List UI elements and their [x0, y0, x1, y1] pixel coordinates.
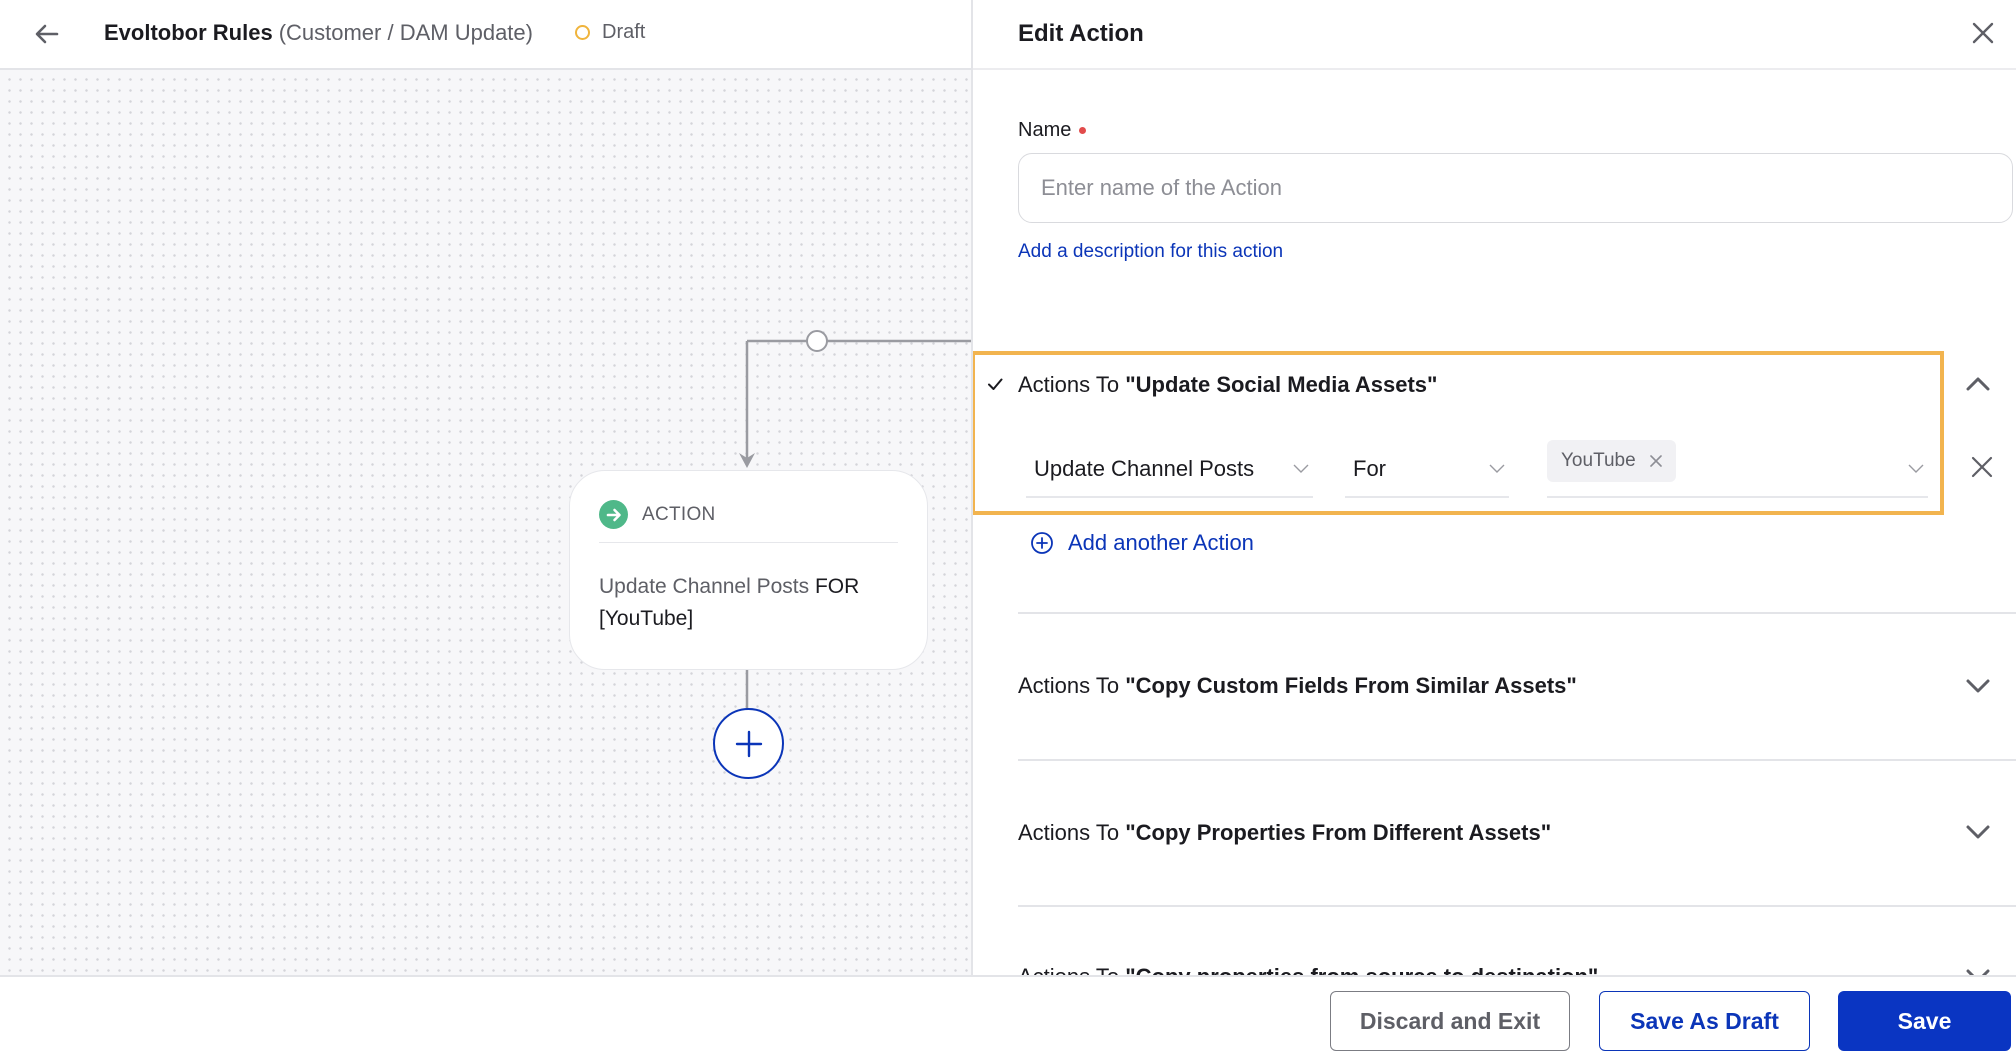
section-header-copy-properties[interactable]: Actions To "Copy Properties From Differe… — [1018, 820, 1551, 846]
section-name: "Copy Custom Fields From Similar Assets" — [1125, 673, 1577, 698]
section-prefix: Actions To — [1018, 673, 1126, 698]
section-header-update-social-media-assets[interactable]: Actions To "Update Social Media Assets" — [1018, 372, 1437, 398]
chevron-down-icon — [1908, 464, 1924, 473]
footer-bar: Discard and Exit Save As Draft Save — [0, 975, 2016, 1062]
chevron-down-icon[interactable] — [1964, 966, 1992, 975]
discard-and-exit-button[interactable]: Discard and Exit — [1330, 991, 1570, 1051]
panel-header: Edit Action — [973, 0, 2016, 70]
add-description-link[interactable]: Add a description for this action — [1018, 241, 1283, 263]
node-action-text: Update Channel Posts — [599, 575, 810, 598]
page-title: Evoltobor Rules (Customer / DAM Update) — [104, 20, 533, 46]
node-target: [YouTube] — [599, 607, 694, 630]
workflow-canvas[interactable]: ACTION Update Channel Posts FOR [YouTube… — [0, 70, 971, 975]
node-type-label: ACTION — [642, 504, 716, 525]
chevron-down-icon — [1489, 464, 1505, 473]
values-multiselect[interactable]: YouTube — [1547, 440, 1928, 498]
add-another-action-button[interactable]: Add another Action — [1030, 530, 1254, 556]
top-bar: Evoltobor Rules (Customer / DAM Update) D… — [0, 0, 971, 70]
arrow-left-icon — [35, 24, 59, 44]
section-name: "Copy properties from source to destinat… — [1125, 964, 1598, 975]
connector-junction — [806, 330, 828, 352]
remove-chip-icon[interactable] — [1649, 455, 1662, 467]
chevron-up-icon[interactable] — [1964, 374, 1992, 394]
action-node-header: ACTION — [599, 500, 898, 543]
section-prefix: Actions To — [1018, 372, 1126, 397]
chip-label: YouTube — [1561, 450, 1636, 471]
close-icon — [1972, 22, 1994, 44]
status-badge: Draft — [575, 21, 645, 44]
section-divider — [1018, 905, 2016, 907]
arrow-right-circle-icon — [599, 500, 628, 529]
chevron-down-icon — [1293, 464, 1309, 473]
edit-action-panel: Edit Action Name Add a description for t… — [971, 0, 2016, 975]
chevron-down-icon[interactable] — [1964, 822, 1992, 842]
node-keyword: FOR — [814, 575, 860, 598]
section-divider — [1018, 612, 2016, 614]
operator-value: For — [1353, 456, 1386, 481]
section-divider — [1018, 759, 2016, 761]
rule-name: Evoltobor Rules — [104, 20, 273, 45]
section-prefix: Actions To — [1018, 964, 1125, 975]
name-label-text: Name — [1018, 119, 1072, 141]
save-button[interactable]: Save — [1838, 991, 2011, 1051]
checkmark-icon — [988, 378, 1003, 390]
operator-dropdown[interactable]: For — [1345, 440, 1509, 498]
section-name: "Update Social Media Assets" — [1125, 372, 1438, 397]
section-header-copy-source-destination[interactable]: Actions To "Copy properties from source … — [1018, 964, 1598, 975]
status-label: Draft — [602, 21, 646, 43]
section-prefix: Actions To — [1018, 820, 1126, 845]
action-node-summary: Update Channel Posts FOR [YouTube] — [599, 571, 907, 635]
value-chip: YouTube — [1547, 440, 1676, 482]
action-type-dropdown[interactable]: Update Channel Posts — [1026, 440, 1313, 498]
remove-row-icon[interactable] — [1970, 455, 1994, 479]
add-action-label: Add another Action — [1068, 530, 1254, 555]
plus-icon — [735, 730, 762, 757]
section-name: "Copy Properties From Different Assets" — [1125, 820, 1552, 845]
draft-status-icon — [575, 25, 590, 40]
close-panel-button[interactable] — [1968, 18, 1998, 48]
panel-title: Edit Action — [1018, 20, 1144, 47]
chevron-down-icon[interactable] — [1964, 676, 1992, 696]
plus-circle-icon — [1031, 532, 1053, 554]
action-name-input[interactable] — [1018, 153, 2013, 223]
required-indicator — [1079, 127, 1087, 134]
save-as-draft-button[interactable]: Save As Draft — [1599, 991, 1810, 1051]
back-button[interactable] — [30, 17, 64, 51]
section-header-copy-custom-fields[interactable]: Actions To "Copy Custom Fields From Simi… — [1018, 673, 1577, 699]
rule-context: (Customer / DAM Update) — [278, 20, 533, 45]
add-step-button[interactable] — [713, 708, 784, 779]
action-node[interactable]: ACTION Update Channel Posts FOR [YouTube… — [569, 470, 928, 670]
action-type-value: Update Channel Posts — [1034, 456, 1255, 481]
name-field-label: Name — [1018, 119, 1087, 142]
